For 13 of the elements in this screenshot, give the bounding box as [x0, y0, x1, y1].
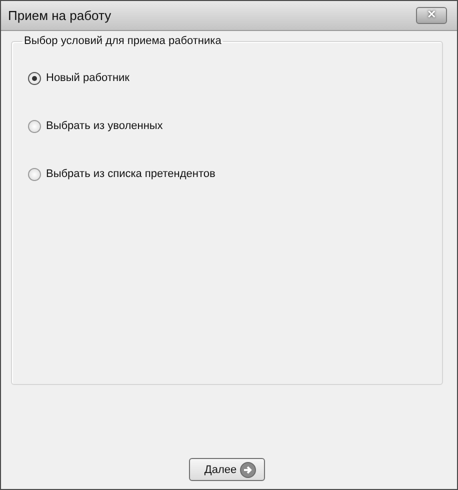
radio-button[interactable] — [28, 120, 41, 132]
radio-option[interactable]: Выбрать из уволенных — [28, 117, 426, 135]
radio-option[interactable]: Новый работник — [28, 69, 426, 87]
option-label: Новый работник — [46, 72, 130, 84]
option-label: Выбрать из уволенных — [46, 120, 163, 132]
radio-button[interactable] — [28, 72, 41, 84]
next-button[interactable]: Далее — [189, 458, 265, 481]
radio-button[interactable] — [28, 168, 41, 180]
arrow-right-icon — [240, 462, 256, 478]
group-title: Выбор условий для приема работника — [23, 35, 222, 47]
radio-option[interactable]: Выбрать из списка претендентов — [28, 165, 426, 183]
window-title: Прием на работу — [8, 8, 112, 23]
option-label: Выбрать из списка претендентов — [46, 168, 216, 180]
